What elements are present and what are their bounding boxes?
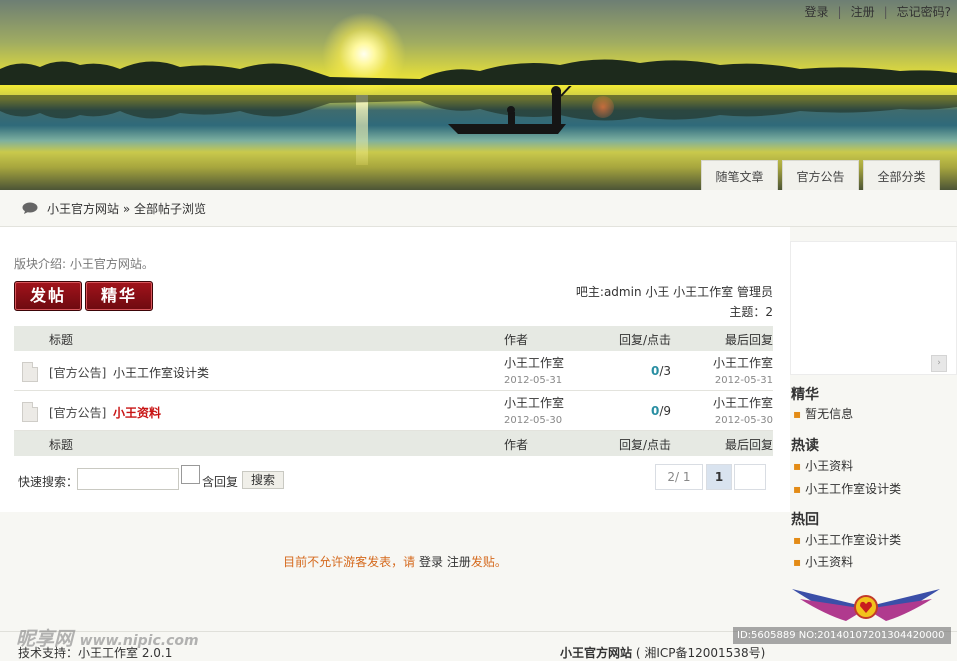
row-title[interactable]: 小王资料 — [113, 404, 161, 421]
table-header: 标题 作者 回复/点击 最后回复 — [14, 326, 773, 351]
row-date: 2012-05-31 — [504, 375, 563, 386]
sidebar-section-title: 热读 — [791, 438, 819, 454]
sidebar-item-label: 暂无信息 — [805, 407, 854, 421]
include-replies-checkbox[interactable] — [181, 465, 200, 484]
watermark-url: www.nipic.com — [79, 633, 199, 649]
sidebar-section-title: 精华 — [791, 387, 819, 403]
sidebar-item[interactable]: ▪ 暂无信息 — [793, 405, 853, 422]
header-last-reply: 最后回复 — [724, 438, 773, 452]
breadcrumb-current: 全部帖子浏览 — [134, 202, 207, 216]
forgot-password-link[interactable]: 忘记密码? — [897, 5, 951, 19]
treeline-silhouette — [0, 59, 957, 85]
guest-notice: 目前不允许游客发表，请 登录 注册发贴。 — [0, 553, 790, 570]
row-last-date: 2012-05-31 — [714, 375, 773, 386]
digest-button[interactable]: 精华 — [85, 281, 153, 311]
sidebar-item[interactable]: ▪ 小王资料 — [793, 553, 853, 570]
sidebar-item-label: 小王工作室设计类 — [805, 482, 902, 496]
tab-announcements[interactable]: 官方公告 — [782, 160, 859, 190]
table-footer-header: 标题 作者 回复/点击 最后回复 — [14, 431, 773, 456]
row-replies-views: 0/3 — [651, 364, 671, 378]
search-button[interactable]: 搜索 — [242, 471, 284, 489]
guest-notice-suffix: 发贴。 — [470, 555, 507, 569]
document-icon — [22, 402, 38, 422]
bullet-icon: ▪ — [793, 533, 802, 547]
header-title: 标题 — [49, 333, 74, 347]
sidebar-item[interactable]: ▪ 小王工作室设计类 — [793, 531, 901, 548]
table-row: [官方公告] 小王工作室设计类 小王工作室 2012-05-31 0/3 小王工… — [14, 351, 773, 391]
row-author[interactable]: 小王工作室 — [504, 354, 564, 371]
forum-main: 版块介绍: 小王官方网站。 发帖 精华 吧主:admin 小王 小王工作室 管理… — [0, 227, 790, 512]
top-links: 登录 | 注册 | 忘记密码? — [805, 3, 952, 20]
header-author: 作者 — [504, 333, 529, 347]
winged-heart-logo — [792, 589, 940, 621]
header-author: 作者 — [504, 438, 529, 452]
image-id-strip: ID:5605889 NO:20140107201304420000 — [733, 627, 951, 644]
sidebar-item-label: 小王资料 — [805, 555, 854, 569]
bullet-icon: ▪ — [793, 482, 802, 496]
search-input[interactable] — [77, 468, 179, 490]
breadcrumb: 小王官方网站 » 全部帖子浏览 — [0, 190, 957, 227]
guest-notice-prefix: 目前不允许游客发表，请 — [283, 555, 416, 569]
row-author[interactable]: 小王工作室 — [504, 394, 564, 411]
header-title: 标题 — [49, 438, 74, 452]
header-banner: 登录 | 注册 | 忘记密码? 随笔文章 官方公告 全部分类 — [0, 0, 957, 190]
row-date: 2012-05-30 — [504, 415, 563, 426]
topics-count: 主题：2 — [729, 305, 773, 319]
boat-silhouette — [448, 86, 572, 134]
view-count: /3 — [659, 364, 672, 378]
row-category[interactable]: [官方公告] — [49, 404, 106, 421]
document-icon — [22, 362, 38, 382]
page-next-button[interactable] — [734, 464, 766, 490]
sidebar-item-label: 小王资料 — [805, 459, 854, 473]
page-info: 2/ 1 — [655, 464, 703, 490]
table-row: [官方公告] 小王资料 小王工作室 2012-05-30 0/9 小王工作室 2… — [14, 391, 773, 431]
sidebar-section-title: 热回 — [791, 512, 819, 528]
include-replies-label: 含回复 — [202, 475, 239, 489]
new-post-button[interactable]: 发帖 — [14, 281, 82, 311]
view-count: /9 — [659, 404, 672, 418]
quick-search: 快速搜索： 含回复 搜索 2/ 1 1 — [14, 464, 774, 494]
quick-search-label: 快速搜索： — [18, 475, 79, 489]
sidebar-scroll-arrow[interactable]: › — [931, 355, 947, 372]
guest-register-link[interactable]: 注册 — [447, 555, 471, 569]
watermark-text: 昵享网 — [16, 628, 74, 650]
guest-login-link[interactable]: 登录 — [419, 555, 443, 569]
moderators: 吧主:admin 小王 小王工作室 管理员 — [575, 285, 773, 299]
bullet-icon: ▪ — [793, 407, 802, 421]
tab-essays[interactable]: 随笔文章 — [701, 160, 778, 190]
login-link[interactable]: 登录 — [805, 5, 829, 19]
sidebar-item[interactable]: ▪ 小王资料 — [793, 457, 853, 474]
row-last-author[interactable]: 小王工作室 — [713, 354, 773, 371]
row-last-date: 2012-05-30 — [714, 415, 773, 426]
lens-flare — [592, 96, 614, 118]
separator: | — [837, 5, 842, 19]
register-link[interactable]: 注册 — [851, 5, 875, 19]
header-last-reply: 最后回复 — [724, 333, 773, 347]
row-title[interactable]: 小王工作室设计类 — [113, 364, 209, 381]
row-category[interactable]: [官方公告] — [49, 364, 106, 381]
page-1-button[interactable]: 1 — [706, 464, 732, 490]
row-last-author[interactable]: 小王工作室 — [713, 394, 773, 411]
sidebar-item-label: 小王工作室设计类 — [805, 533, 902, 547]
watermark: 昵享网 www.nipic.com — [16, 624, 199, 651]
bullet-icon: ▪ — [793, 555, 802, 569]
header-replies: 回复/点击 — [619, 333, 672, 347]
board-intro: 版块介绍: 小王官方网站。 — [14, 257, 154, 271]
breadcrumb-arrow: » — [122, 202, 131, 216]
speech-bubble-icon — [22, 202, 38, 217]
row-replies-views: 0/9 — [651, 404, 671, 418]
sidebar-item[interactable]: ▪ 小王工作室设计类 — [793, 480, 901, 497]
footer-site-info: 小王官方网站 ( 湘ICP备12001538号) — [560, 644, 765, 661]
header-replies: 回复/点击 — [619, 438, 672, 452]
tab-all-categories[interactable]: 全部分类 — [863, 160, 940, 190]
bullet-icon: ▪ — [793, 459, 802, 473]
separator: | — [883, 5, 888, 19]
breadcrumb-home-link[interactable]: 小王官方网站 — [47, 202, 119, 216]
